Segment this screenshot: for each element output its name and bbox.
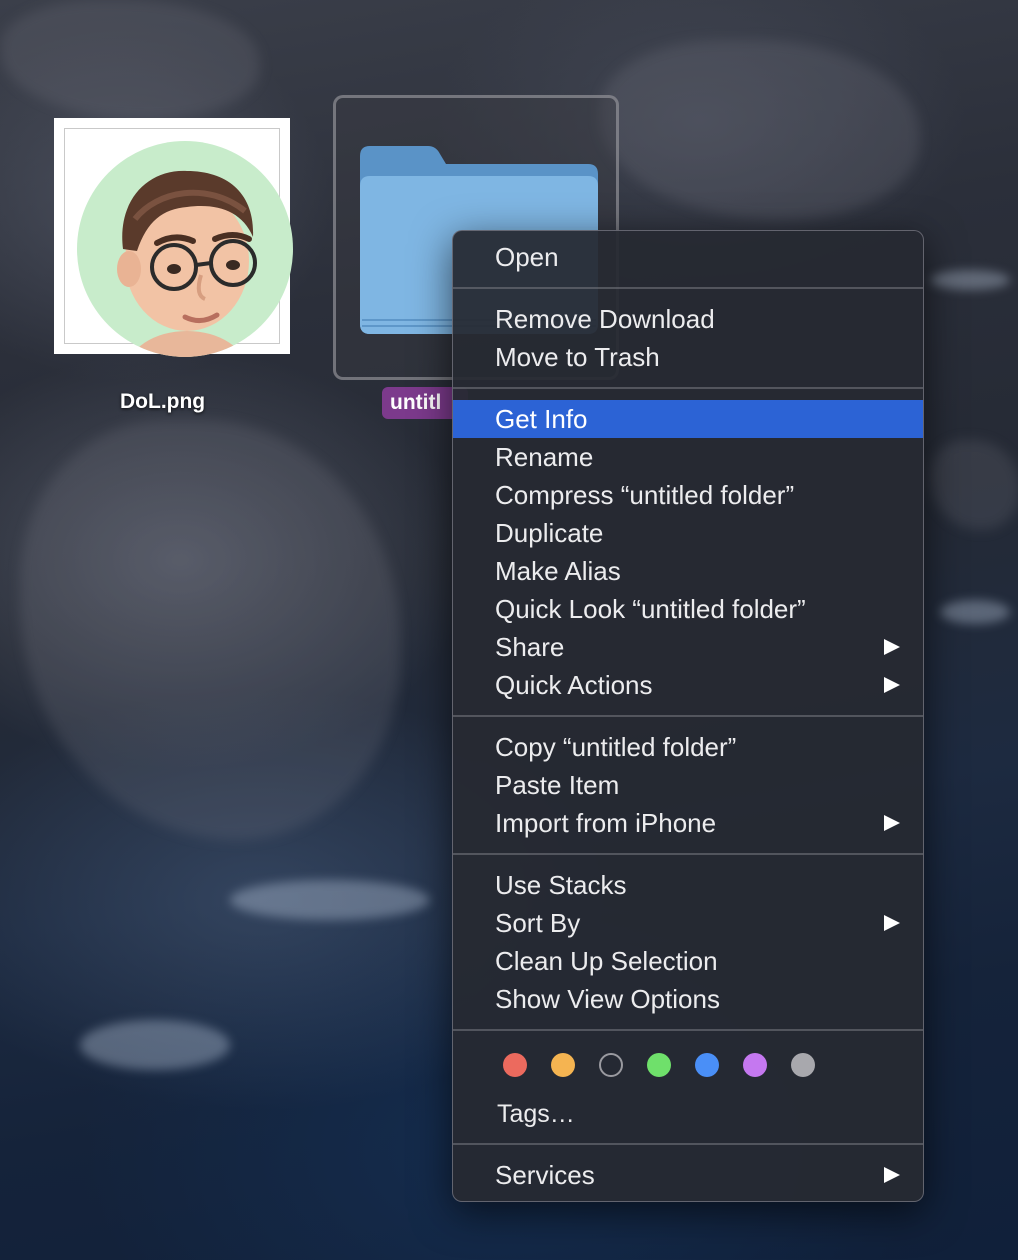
menu-separator bbox=[453, 387, 923, 389]
menu-separator bbox=[453, 287, 923, 289]
menu-item-sort-by[interactable]: Sort By bbox=[453, 904, 923, 942]
tag-purple-icon[interactable] bbox=[743, 1053, 767, 1077]
menu-item-move-to-trash[interactable]: Move to Trash bbox=[453, 338, 923, 376]
wallpaper-rock bbox=[20, 420, 400, 840]
menu-item-rename[interactable]: Rename bbox=[453, 438, 923, 476]
menu-item-make-alias[interactable]: Make Alias bbox=[453, 552, 923, 590]
tag-green-icon[interactable] bbox=[647, 1053, 671, 1077]
menu-item-import-from-iphone[interactable]: Import from iPhone bbox=[453, 804, 923, 842]
thumbnail-frame bbox=[64, 128, 293, 357]
submenu-arrow-icon bbox=[884, 639, 900, 655]
menu-item-show-view-options[interactable]: Show View Options bbox=[453, 980, 923, 1018]
menu-item-get-info[interactable]: Get Info bbox=[453, 400, 923, 438]
menu-item-services[interactable]: Services bbox=[453, 1156, 923, 1194]
tag-blue-icon[interactable] bbox=[695, 1053, 719, 1077]
menu-item-share[interactable]: Share bbox=[453, 628, 923, 666]
tag-red-icon[interactable] bbox=[503, 1053, 527, 1077]
submenu-arrow-icon bbox=[884, 815, 900, 831]
context-menu: Open Remove Download Move to Trash Get I… bbox=[452, 230, 924, 1202]
menu-separator bbox=[453, 715, 923, 717]
wallpaper-foam bbox=[80, 1020, 230, 1070]
tag-orange-icon[interactable] bbox=[551, 1053, 575, 1077]
menu-item-clean-up-selection[interactable]: Clean Up Selection bbox=[453, 942, 923, 980]
wallpaper-rock bbox=[600, 40, 920, 220]
submenu-arrow-icon bbox=[884, 1167, 900, 1183]
wallpaper-foam bbox=[940, 600, 1010, 624]
menu-item-tags[interactable]: Tags… bbox=[453, 1095, 923, 1133]
menu-item-use-stacks[interactable]: Use Stacks bbox=[453, 866, 923, 904]
submenu-arrow-icon bbox=[884, 915, 900, 931]
menu-item-services-label: Services bbox=[495, 1160, 595, 1190]
wallpaper-foam bbox=[230, 880, 430, 920]
tag-none-icon[interactable] bbox=[599, 1053, 623, 1077]
dol-png-label[interactable]: DoL.png bbox=[120, 390, 205, 414]
menu-separator bbox=[453, 853, 923, 855]
menu-item-share-label: Share bbox=[495, 632, 565, 662]
menu-item-quick-actions[interactable]: Quick Actions bbox=[453, 666, 923, 704]
tag-gray-icon[interactable] bbox=[791, 1053, 815, 1077]
wallpaper-rock bbox=[930, 440, 1018, 530]
menu-item-import-from-iphone-label: Import from iPhone bbox=[495, 808, 717, 838]
menu-item-compress[interactable]: Compress “untitled folder” bbox=[453, 476, 923, 514]
menu-separator bbox=[453, 1029, 923, 1031]
dol-png-thumbnail[interactable] bbox=[54, 118, 293, 357]
menu-item-copy[interactable]: Copy “untitled folder” bbox=[453, 728, 923, 766]
menu-item-sort-by-label: Sort By bbox=[495, 908, 581, 938]
submenu-arrow-icon bbox=[884, 677, 900, 693]
desktop[interactable]: DoL.png untitl Open Remove Download Move… bbox=[0, 0, 1018, 1260]
wallpaper-rock bbox=[0, 0, 260, 120]
menu-item-quick-look[interactable]: Quick Look “untitled folder” bbox=[453, 590, 923, 628]
menu-item-remove-download[interactable]: Remove Download bbox=[453, 300, 923, 338]
menu-separator bbox=[453, 1143, 923, 1145]
wallpaper-foam bbox=[930, 270, 1010, 290]
menu-item-paste-item[interactable]: Paste Item bbox=[453, 766, 923, 804]
memoji-image bbox=[77, 141, 293, 357]
menu-item-duplicate[interactable]: Duplicate bbox=[453, 514, 923, 552]
menu-item-quick-actions-label: Quick Actions bbox=[495, 670, 653, 700]
menu-item-open[interactable]: Open bbox=[453, 238, 923, 276]
